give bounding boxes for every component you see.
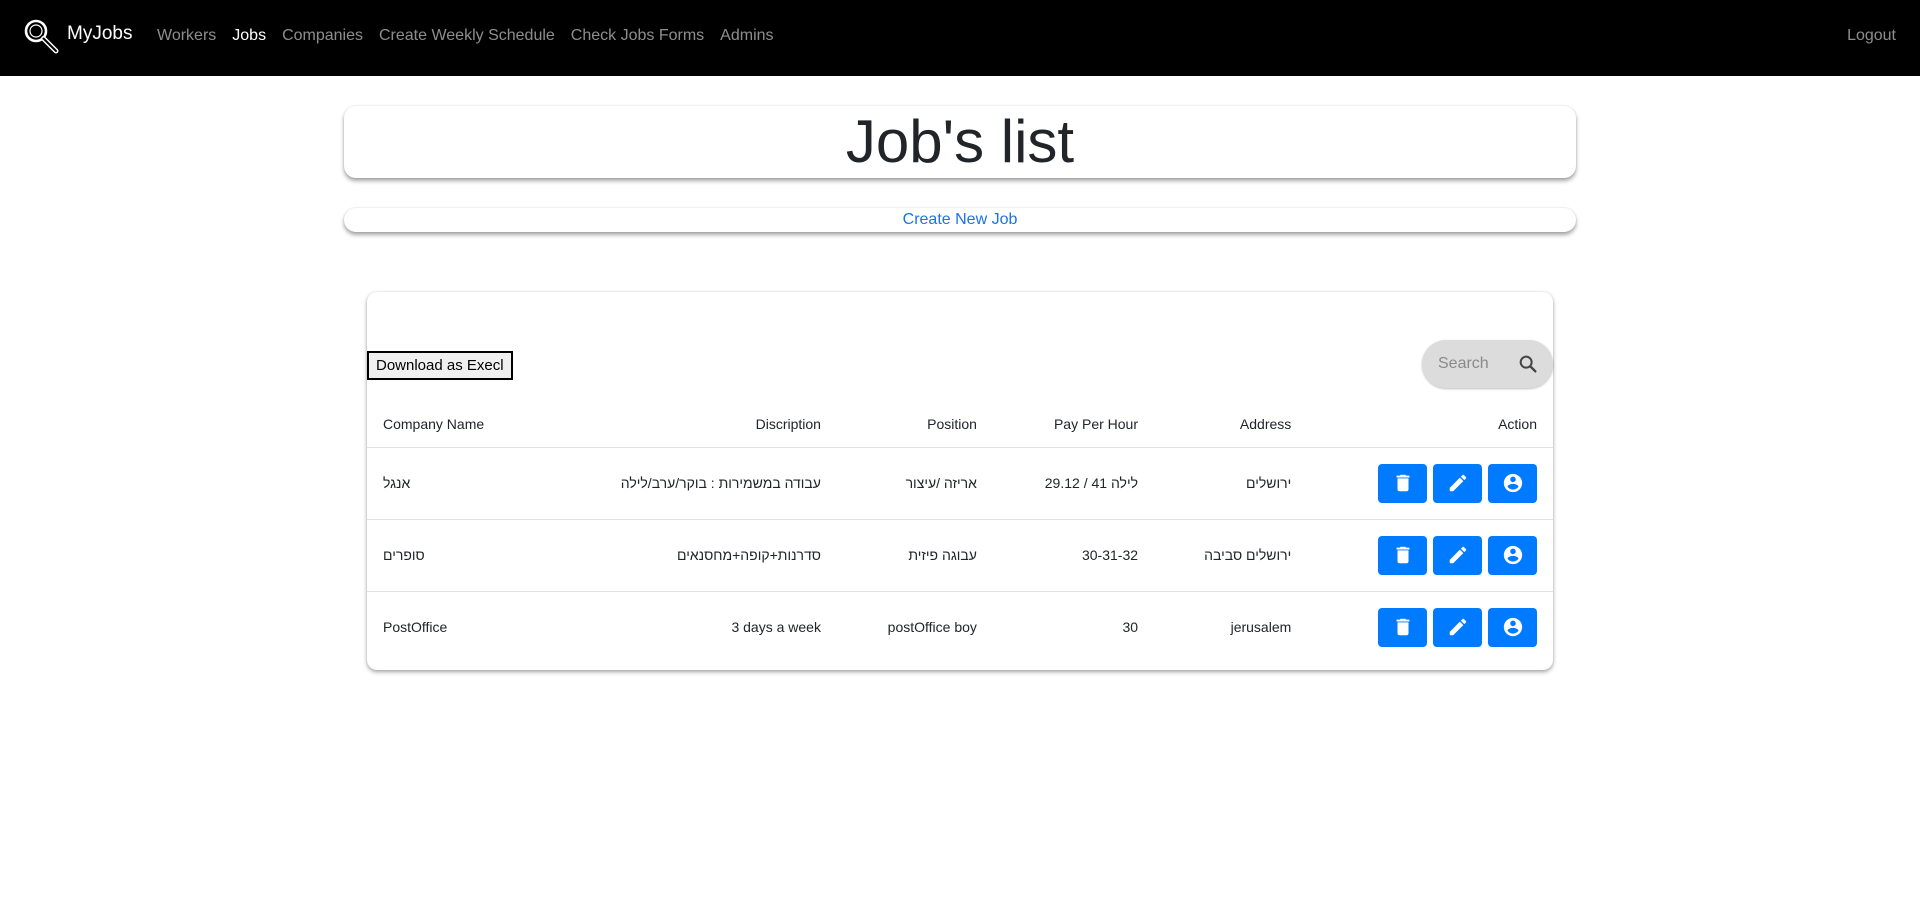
cell-pay: 30-31-32 <box>992 519 1155 592</box>
jobs-table-card: Download as Execl Company Name Discripti… <box>367 292 1553 670</box>
pencil-icon <box>1449 618 1466 636</box>
jobs-table: Company Name Discription Position Pay Pe… <box>367 402 1553 663</box>
page-title: Job's list <box>845 108 1075 175</box>
brand-name: MyJobs <box>67 23 133 44</box>
brand-link[interactable]: MyJobs <box>22 18 132 56</box>
nav-links: Workers Jobs Companies Create Weekly Sch… <box>157 27 790 45</box>
nav-create-weekly-schedule[interactable]: Create Weekly Schedule <box>379 27 555 45</box>
nav-admins[interactable]: Admins <box>720 27 773 45</box>
row-actions <box>1323 535 1537 575</box>
delete-button[interactable] <box>1378 607 1427 647</box>
column-header-address[interactable]: Address <box>1154 402 1308 448</box>
assign-button[interactable] <box>1488 463 1537 503</box>
table-row: סופרים סדרנות+קופה+מחסנאים עבוגה פיזית 3… <box>367 519 1553 592</box>
assign-button[interactable] <box>1488 607 1537 647</box>
cell-company: סופרים <box>367 519 539 592</box>
cell-address: jerusalem <box>1230 619 1292 636</box>
row-actions <box>1323 463 1537 503</box>
delete-button[interactable] <box>1378 535 1427 575</box>
trash-icon <box>1396 546 1409 564</box>
cell-actions <box>1307 519 1553 592</box>
user-circle-icon <box>1503 473 1522 493</box>
search-icon[interactable] <box>1517 353 1539 375</box>
cell-description: סדרנות+קופה+מחסנאים <box>538 519 837 592</box>
user-circle-icon <box>1503 618 1522 637</box>
top-navbar: MyJobs Workers Jobs Companies Create Wee… <box>0 0 1920 76</box>
column-header-position[interactable]: Position <box>836 402 993 448</box>
edit-button[interactable] <box>1433 607 1482 647</box>
cell-position: אריזה /עיצור <box>836 447 993 520</box>
column-header-description[interactable]: Discription <box>538 402 837 448</box>
column-header-company[interactable]: Company Name <box>367 402 539 448</box>
nav-check-jobs-forms[interactable]: Check Jobs Forms <box>571 27 704 45</box>
cell-pay: 29.12 / 41 לילה <box>992 447 1155 520</box>
nav-workers[interactable]: Workers <box>157 27 216 45</box>
row-actions <box>1323 607 1537 647</box>
pencil-icon <box>1449 474 1466 492</box>
table-header-row: Company Name Discription Position Pay Pe… <box>367 402 1553 448</box>
assign-button[interactable] <box>1488 535 1537 575</box>
cell-address: ירושלים <box>1154 447 1308 520</box>
delete-button[interactable] <box>1378 463 1427 503</box>
user-circle-icon <box>1503 545 1522 565</box>
create-job-bar: Create New Job <box>344 208 1576 232</box>
cell-address: ירושלים סביבה <box>1154 519 1308 592</box>
cell-actions <box>1307 591 1553 663</box>
create-new-job-link[interactable]: Create New Job <box>903 211 1018 228</box>
download-excel-button[interactable]: Download as Execl <box>367 351 513 380</box>
trash-icon <box>1396 474 1409 492</box>
cell-actions <box>1307 447 1553 520</box>
cell-company: אנגל <box>367 447 539 520</box>
column-header-pay[interactable]: Pay Per Hour <box>992 402 1155 448</box>
table-row: אנגל עבודה במשמירות : בוקר/ערב/לילה אריז… <box>367 447 1553 520</box>
edit-button[interactable] <box>1433 463 1482 503</box>
cell-position: עבוגה פיזית <box>836 519 993 592</box>
pencil-icon <box>1449 546 1466 564</box>
magnifier-logo-icon <box>24 19 59 54</box>
nav-companies[interactable]: Companies <box>282 27 363 45</box>
title-card: Job's list <box>344 106 1576 178</box>
nav-jobs[interactable]: Jobs <box>232 27 266 45</box>
cell-description: 3 days a week <box>731 619 821 636</box>
search-box <box>1422 340 1553 388</box>
cell-position: postOffice boy <box>887 619 977 636</box>
cell-company: PostOffice <box>383 619 448 636</box>
trash-icon <box>1396 619 1409 636</box>
table-row: PostOffice 3 days a week postOffice boy … <box>367 591 1553 663</box>
logout-link[interactable]: Logout <box>1847 27 1896 45</box>
edit-button[interactable] <box>1433 535 1482 575</box>
cell-pay: 30 <box>1122 619 1139 636</box>
cell-description: עבודה במשמירות : בוקר/ערב/לילה <box>538 447 837 520</box>
column-header-action: Action <box>1307 402 1553 448</box>
search-input[interactable] <box>1436 352 1516 376</box>
